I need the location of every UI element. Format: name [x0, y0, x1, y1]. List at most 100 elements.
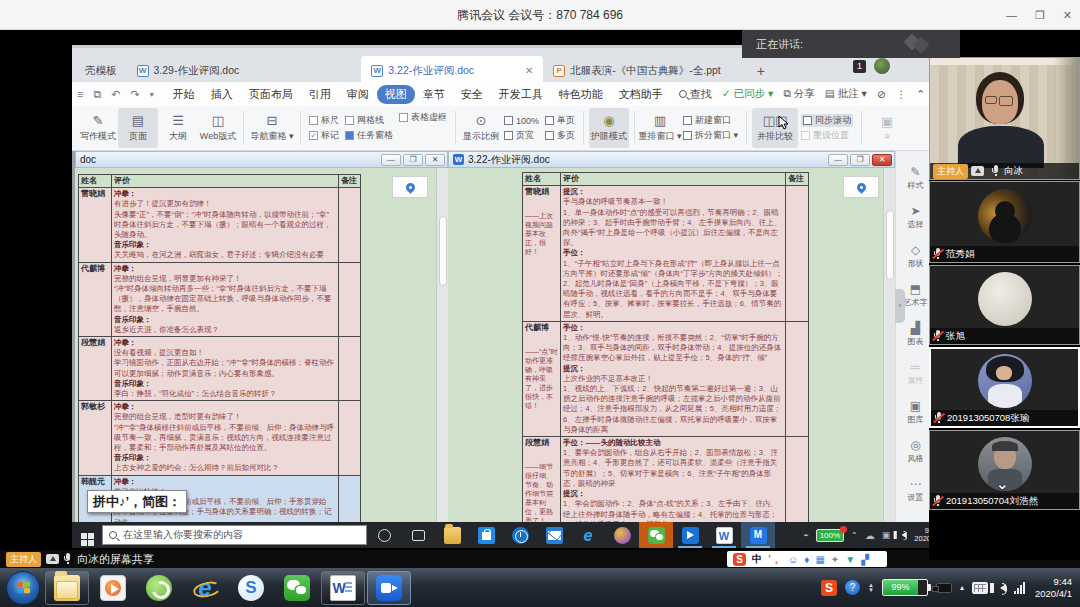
- web-mode-button[interactable]: ◫Web版式: [198, 108, 238, 148]
- keyboard-tray-icon[interactable]: [972, 582, 988, 594]
- wps-tab-0[interactable]: 壳模板: [75, 56, 127, 85]
- battery-indicator[interactable]: 100%: [816, 529, 844, 542]
- ime-mic-icon[interactable]: ♦: [804, 554, 809, 565]
- side-tool-样式[interactable]: ✎样式: [908, 165, 924, 191]
- menu-审阅[interactable]: 审阅: [339, 85, 377, 104]
- host-taskbar-icon-browser360[interactable]: [137, 571, 181, 605]
- outline-mode-button[interactable]: ☰大纲: [158, 108, 198, 148]
- doc-right-pin-tool[interactable]: ≡¤: [843, 176, 879, 198]
- collapse-ribbon-icon[interactable]: ⌃: [916, 88, 925, 100]
- undo-icon[interactable]: ↶: [111, 88, 120, 101]
- doc-minimize-icon[interactable]: —: [381, 154, 401, 166]
- wps-tab-1[interactable]: W3.29-作业评阅.doc: [127, 56, 250, 85]
- menu-页面布局[interactable]: 页面布局: [241, 85, 301, 104]
- start-orb[interactable]: [6, 571, 40, 605]
- search-input[interactable]: 在这里输入你要搜索的内容: [102, 525, 367, 545]
- split-window-button[interactable]: 拆分窗口 ▾: [683, 129, 738, 142]
- menu-icon[interactable]: ≡: [77, 88, 83, 100]
- sync-scroll-button[interactable]: 同步滚动: [801, 114, 853, 127]
- battery-indicator-host[interactable]: 99%: [882, 579, 928, 596]
- participant-tile-201913050704刘浩然[interactable]: 201913050704刘浩然: [929, 430, 1080, 510]
- side-tool-形状[interactable]: ◇形状: [908, 243, 924, 269]
- doc-left-scrollbar[interactable]: [436, 168, 448, 522]
- taskbar-icon-edge[interactable]: e: [571, 522, 605, 548]
- doc-minimize-icon[interactable]: —: [828, 154, 848, 166]
- side-tool-图表[interactable]: ▟图表: [908, 321, 924, 347]
- redo-icon[interactable]: ↷: [131, 88, 140, 101]
- markup-checkbox[interactable]: 标记: [309, 129, 339, 142]
- doc-right-scrollbar[interactable]: [883, 168, 895, 522]
- new-tab-button[interactable]: +: [747, 56, 775, 85]
- taskbar-icon-explorer[interactable]: [435, 522, 469, 548]
- zoom-button[interactable]: ⊙显示比例: [461, 108, 501, 148]
- taskbar-icon-video[interactable]: [673, 522, 707, 548]
- menu-安全[interactable]: 安全: [453, 85, 491, 104]
- new-window-button[interactable]: 新建窗口: [683, 114, 738, 127]
- host-taskbar-icon-media[interactable]: [91, 571, 135, 605]
- doc-left-pin-tool[interactable]: ≡¤: [392, 176, 428, 198]
- taskpane-checkbox[interactable]: 任务窗格: [345, 129, 393, 142]
- network-icon[interactable]: [1014, 582, 1025, 594]
- page-width-button[interactable]: 页宽: [504, 129, 539, 142]
- taskbar-icon-wechat[interactable]: [639, 522, 673, 548]
- participant-tile-范秀娟[interactable]: 范秀娟: [929, 181, 1080, 263]
- preview-icon[interactable]: ⧉: [93, 88, 101, 101]
- start-button[interactable]: [72, 525, 102, 546]
- help-icon[interactable]: ⊘: [877, 88, 886, 100]
- tab-close-icon[interactable]: ✕: [525, 65, 533, 76]
- host-taskbar-icon-sogou[interactable]: S: [229, 571, 273, 605]
- sogou-tray-icon[interactable]: S: [821, 580, 837, 596]
- ime-toolbar-toggle[interactable]: ▲▼: [868, 583, 874, 593]
- maximize-icon[interactable]: ❐: [1035, 9, 1045, 22]
- sogou-logo-icon[interactable]: S: [733, 553, 746, 566]
- rearrange-windows-button[interactable]: ▥重排窗口 ▾: [640, 108, 680, 148]
- ruler-checkbox[interactable]: 标尺: [309, 114, 339, 127]
- side-tool-图库[interactable]: ▣图库: [908, 399, 924, 425]
- ime-skin-icon[interactable]: ▼: [845, 554, 855, 565]
- menu-插入[interactable]: 插入: [203, 85, 241, 104]
- taskbar-icon-cortana[interactable]: [367, 522, 401, 548]
- ime-mode[interactable]: 中: [752, 552, 762, 566]
- host-taskbar-icon-meeting[interactable]: [367, 571, 411, 605]
- eye-protection-button[interactable]: ◉护眼模式: [589, 108, 629, 148]
- ime-grid-icon[interactable]: ▞: [861, 554, 869, 565]
- participant-tile-向冰[interactable]: 主持人向冰: [929, 57, 1080, 180]
- doc-left-titlebar[interactable]: doc — ❐ ✕: [75, 151, 448, 168]
- side-tool-设置[interactable]: ⋯设置: [908, 477, 924, 503]
- taskbar-icon-wps[interactable]: [707, 522, 741, 548]
- doc-left-canvas[interactable]: 姓名评价备注雷晓娟冲拳：有进步了！提沉更加有韵律！头像要“正”，不要“倒”；“冲…: [75, 168, 448, 522]
- gridlines-checkbox[interactable]: 网格线: [345, 114, 393, 127]
- taskbar-icon-clock[interactable]: [503, 522, 537, 548]
- tray-expand-icon[interactable]: ⌃: [851, 531, 858, 540]
- side-tool-选择[interactable]: ➤选择: [908, 204, 924, 230]
- taskbar-icon-meeting[interactable]: M: [741, 522, 775, 548]
- wps-tab-3[interactable]: P北服表演-《中国古典舞》-全.ppt: [543, 56, 731, 85]
- cloud-icon[interactable]: ☁: [865, 530, 875, 541]
- doc-right-titlebar[interactable]: W 3.22-作业评阅.doc — ❐ ✕: [448, 151, 895, 168]
- ime-punct[interactable]: ’，: [768, 552, 782, 567]
- table-gridlines-checkbox[interactable]: 表格虚框: [399, 111, 447, 124]
- close-icon[interactable]: ✕: [1063, 9, 1072, 22]
- page-mode-button[interactable]: ▤页面: [118, 108, 158, 148]
- taskbar-icon-mail[interactable]: [537, 522, 571, 548]
- host-taskbar-icon-wechat[interactable]: [275, 571, 319, 605]
- host-taskbar-icon-word[interactable]: [321, 571, 365, 605]
- side-tool-艺术字[interactable]: ⬒艺术字: [904, 282, 928, 308]
- nav-pane-button[interactable]: ⊟导航窗格 ▾: [249, 108, 295, 148]
- sync-status[interactable]: ✓ 已同步 ▾: [722, 87, 773, 101]
- menu-开发工具[interactable]: 开发工具: [491, 85, 551, 104]
- photos-icon[interactable]: ▣: [882, 530, 891, 540]
- participant-tile-201913050708张瑜[interactable]: 201913050708张瑜: [929, 347, 1080, 428]
- doc-restore-icon[interactable]: ❐: [850, 154, 870, 166]
- doc-restore-icon[interactable]: ❐: [403, 154, 423, 166]
- host-taskbar-icon-explorer[interactable]: [45, 571, 89, 605]
- doc-close-icon[interactable]: ✕: [425, 154, 445, 166]
- minimize-icon[interactable]: —: [1006, 9, 1017, 21]
- doc-close-icon[interactable]: ✕: [872, 154, 892, 166]
- menu-章节[interactable]: 章节: [415, 85, 453, 104]
- volume-icon-host[interactable]: [1000, 584, 1006, 592]
- comment-button[interactable]: ▤ 批注 ▾: [825, 87, 867, 101]
- menu-开始[interactable]: 开始: [165, 85, 203, 104]
- menu-特色功能[interactable]: 特色功能: [551, 85, 611, 104]
- more-icon[interactable]: ▾: [150, 90, 154, 99]
